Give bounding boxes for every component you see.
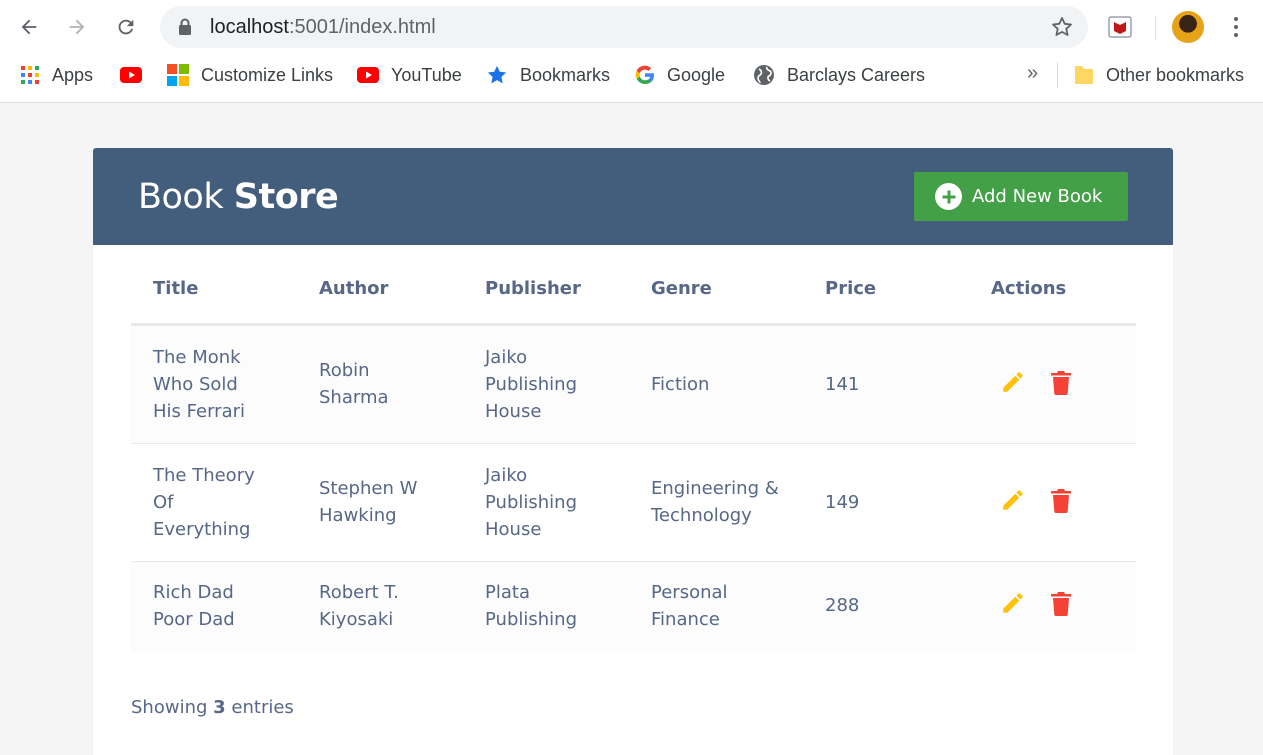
microsoft-icon: [167, 64, 189, 86]
address-bar[interactable]: localhost:5001/index.html: [160, 6, 1088, 48]
row-actions: [999, 486, 1075, 514]
arrow-right-icon: [69, 19, 85, 35]
globe-icon: [753, 64, 775, 86]
hint-count: 3: [213, 697, 226, 718]
bookmark-label: Apps: [52, 64, 94, 85]
google-icon: [635, 65, 655, 85]
bookmark-label: Bookmarks: [520, 64, 611, 85]
books-table: Title Author Publisher Genre Price Actio…: [131, 268, 1136, 652]
mcafee-extension-icon[interactable]: [1106, 13, 1134, 45]
bookmark-star-icon[interactable]: [1050, 15, 1074, 43]
add-new-book-button[interactable]: Add New Book: [914, 172, 1128, 221]
delete-trash-icon[interactable]: [1047, 486, 1075, 514]
bookmark-other-bookmarks[interactable]: Other bookmarks: [1074, 62, 1244, 88]
cell-title: Rich Dad Poor Dad: [153, 582, 235, 630]
title-light: Book: [138, 177, 224, 217]
cell-title: The Monk Who Sold His Ferrari: [153, 347, 245, 422]
row-actions: [999, 589, 1075, 617]
youtube-icon: [357, 67, 379, 83]
cell-genre: Fiction: [651, 374, 710, 395]
cell-price: 141: [825, 374, 860, 395]
cell-genre: Engineering & Technology: [651, 478, 779, 526]
cell-author: Robert T. Kiyosaki: [319, 582, 399, 630]
cell-publisher: Jaiko Publishing House: [485, 347, 577, 422]
card-header: Book Store Add New Book: [93, 148, 1173, 245]
apps-grid-icon: [20, 65, 40, 85]
back-button[interactable]: [14, 12, 44, 42]
column-header-title: Title: [153, 278, 199, 299]
cell-publisher: Plata Publishing: [485, 582, 577, 630]
browser-menu-icon[interactable]: [1226, 14, 1246, 40]
reload-icon: [118, 19, 134, 35]
bookmarks-divider: [1057, 62, 1058, 88]
book-store-card: Book Store Add New Book Title Author Pub…: [93, 148, 1173, 755]
column-header-publisher: Publisher: [485, 278, 581, 299]
cell-price: 149: [825, 492, 860, 513]
profile-avatar[interactable]: [1172, 11, 1204, 43]
bookmark-label: Google: [667, 64, 726, 85]
bookmark-apps[interactable]: Apps: [20, 62, 93, 88]
hint-prefix: Showing: [131, 697, 208, 718]
entries-count-hint: Showing 3 entries: [131, 697, 294, 718]
delete-trash-icon[interactable]: [1047, 589, 1075, 617]
more-bookmarks-button[interactable]: »: [1027, 62, 1038, 85]
add-circle-icon: [935, 183, 962, 210]
table-row: Rich Dad Poor Dad Robert T. Kiyosaki Pla…: [131, 562, 1136, 652]
edit-pencil-icon[interactable]: [999, 368, 1027, 396]
bookmark-label: YouTube: [391, 64, 462, 85]
cell-title: The Theory Of Everything: [153, 465, 255, 540]
toolbar-divider: [1155, 16, 1156, 40]
youtube-icon: [120, 67, 142, 83]
arrow-left-icon: [21, 19, 37, 35]
table-row: The Theory Of Everything Stephen W Hawki…: [131, 444, 1136, 562]
bookmark-label: Other bookmarks: [1106, 64, 1245, 85]
bookmark-youtube-icon-only[interactable]: [120, 62, 154, 88]
star-icon: [486, 64, 508, 86]
delete-trash-icon[interactable]: [1047, 368, 1075, 396]
bookmark-youtube[interactable]: YouTube: [357, 62, 462, 88]
cell-author: Robin Sharma: [319, 360, 389, 408]
url-text: localhost:5001/index.html: [210, 16, 436, 39]
forward-button[interactable]: [62, 12, 92, 42]
column-header-actions: Actions: [991, 278, 1067, 299]
bookmark-customize-links[interactable]: Customize Links: [167, 62, 333, 88]
cell-author: Stephen W Hawking: [319, 478, 418, 526]
bookmark-barclays-careers[interactable]: Barclays Careers: [753, 62, 925, 88]
column-header-price: Price: [825, 278, 877, 299]
hint-suffix: entries: [231, 697, 294, 718]
cell-genre: Personal Finance: [651, 582, 728, 630]
add-button-label: Add New Book: [972, 186, 1103, 207]
url-path: :5001/index.html: [288, 16, 436, 38]
title-bold: Store: [233, 177, 339, 217]
url-host: localhost: [210, 16, 289, 38]
bookmark-google[interactable]: Google: [635, 62, 725, 88]
bookmark-label: Barclays Careers: [787, 64, 926, 85]
browser-chrome: localhost:5001/index.html Apps Customize…: [0, 0, 1263, 103]
page-title: Book Store: [138, 177, 339, 217]
reload-button[interactable]: [111, 12, 141, 42]
lock-icon: [178, 18, 192, 40]
cell-publisher: Jaiko Publishing House: [485, 465, 577, 540]
bookmark-label: Customize Links: [201, 64, 334, 85]
column-header-author: Author: [319, 278, 389, 299]
bookmark-bookmarks[interactable]: Bookmarks: [486, 62, 610, 88]
cell-price: 288: [825, 595, 860, 616]
table-row: The Monk Who Sold His Ferrari Robin Shar…: [131, 326, 1136, 444]
edit-pencil-icon[interactable]: [999, 589, 1027, 617]
folder-icon: [1074, 64, 1094, 86]
column-header-genre: Genre: [651, 278, 712, 299]
table-header: Title Author Publisher Genre Price Actio…: [131, 268, 1136, 326]
row-actions: [999, 368, 1075, 396]
edit-pencil-icon[interactable]: [999, 486, 1027, 514]
